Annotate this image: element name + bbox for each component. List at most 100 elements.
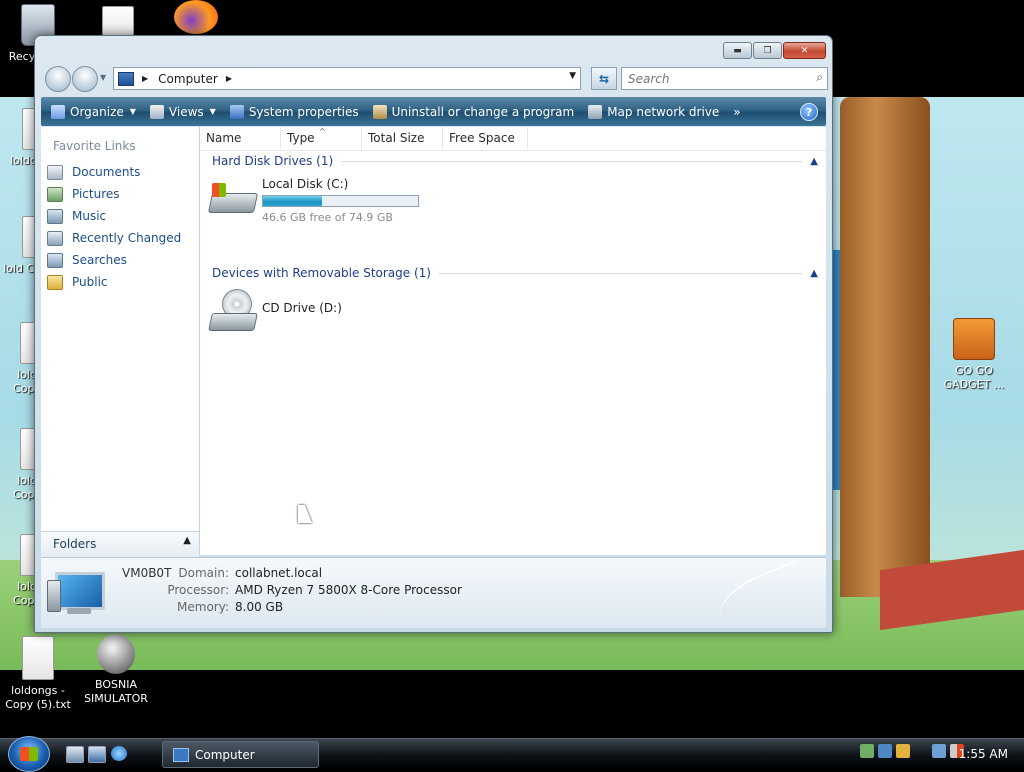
chevron-up-icon[interactable]: ▲: [810, 156, 818, 167]
details-pane: VM0B0T Domain: collabnet.local Processor…: [41, 557, 826, 634]
more-commands-button[interactable]: »: [733, 105, 744, 119]
drive-info: Local Disk (C:) 46.6 GB free of 74.9 GB: [262, 177, 419, 224]
internet-explorer-icon[interactable]: [111, 746, 127, 761]
favorite-link-recently-changed[interactable]: Recently Changed: [47, 227, 181, 249]
group-header-label: Devices with Removable Storage (1): [212, 266, 431, 280]
refresh-button[interactable]: ⇆: [591, 67, 617, 90]
documents-icon: [47, 164, 63, 180]
favorite-link-public[interactable]: Public: [47, 271, 181, 293]
text-file-icon: [22, 636, 54, 680]
network-icon[interactable]: [932, 744, 946, 758]
tray-app-icon[interactable]: [878, 744, 892, 758]
taskbar-button-label: Computer: [195, 747, 255, 762]
chevron-down-icon: ▼: [129, 107, 136, 116]
caption-buttons: ▬ ❐ ✕: [723, 42, 826, 59]
group-header-hard-disk-drives[interactable]: Hard Disk Drives (1) ▲: [212, 152, 818, 170]
desktop-icon-text-file[interactable]: loldongs - Copy (5).txt: [0, 636, 76, 712]
searches-icon: [47, 252, 63, 268]
favorite-link-documents[interactable]: Documents: [47, 161, 181, 183]
favorite-link-pictures[interactable]: Pictures: [47, 183, 181, 205]
processor-value: AMD Ryzen 7 5800X 8-Core Processor: [235, 583, 462, 597]
show-desktop-icon[interactable]: [66, 746, 84, 763]
column-header-name[interactable]: Name: [200, 127, 281, 150]
start-button[interactable]: [8, 736, 50, 772]
domain-value: collabnet.local: [235, 566, 323, 580]
favorite-link-music[interactable]: Music: [47, 205, 181, 227]
organize-menu[interactable]: Organize ▼: [51, 104, 140, 119]
column-header-free-space[interactable]: Free Space: [443, 127, 528, 150]
folders-toggle[interactable]: Folders ▲: [41, 531, 199, 557]
address-dropdown-icon[interactable]: ▼: [569, 71, 576, 81]
forward-button[interactable]: [72, 66, 98, 92]
search-input[interactable]: [626, 68, 800, 89]
content-pane: Name ^ Type Total Size Free Space Hard D…: [200, 127, 826, 555]
chevron-down-icon: ▼: [209, 107, 216, 116]
chevron-up-icon[interactable]: ▲: [810, 268, 818, 279]
help-button[interactable]: ?: [800, 103, 818, 121]
document-icon: [102, 6, 134, 36]
windows-logo-icon: [20, 747, 38, 761]
group-divider: [341, 160, 803, 162]
desktop-icon-label: Recy: [8, 50, 36, 63]
views-label: Views: [168, 104, 204, 119]
desktop-icon-label: BOSNIA SIMULATOR: [84, 678, 148, 705]
drive-name: Local Disk (C:): [262, 177, 349, 191]
tray-spacer: [914, 744, 928, 758]
group-header-label: Hard Disk Drives (1): [212, 154, 334, 168]
tray-app-icon[interactable]: [860, 744, 874, 758]
disk-usage-fill: [263, 196, 322, 206]
breadcrumb-arrow-icon[interactable]: ▶: [142, 74, 148, 83]
desktop-icon-go-go-gadget[interactable]: GO GO GADGET ...: [936, 318, 1012, 392]
desktop-icon-label: loldc: [10, 154, 36, 167]
command-bar: Organize ▼ Views ▼ System properties Uni…: [41, 97, 826, 126]
drive-item-d[interactable]: CD Drive (D:): [208, 289, 342, 331]
desktop-icon-label: loldongs - Copy (5).txt: [5, 684, 71, 711]
public-folder-icon: [47, 274, 63, 290]
recent-pages-chevron-icon[interactable]: ▼: [100, 73, 106, 82]
uninstall-program-button[interactable]: Uninstall or change a program: [372, 104, 579, 119]
drive-free-space: 46.6 GB free of 74.9 GB: [262, 211, 393, 224]
pictures-icon: [47, 186, 63, 202]
column-header-total-size[interactable]: Total Size: [362, 127, 443, 150]
desktop-icon-bosnia-simulator[interactable]: BOSNIA SIMULATOR: [78, 634, 154, 706]
system-properties-button[interactable]: System properties: [229, 104, 363, 119]
column-header-type[interactable]: ^ Type: [281, 127, 362, 150]
maximize-button[interactable]: ❐: [753, 42, 782, 59]
favorite-link-label: Recently Changed: [72, 231, 182, 245]
desktop-icon-firefox[interactable]: [158, 0, 234, 38]
drive-name: CD Drive (D:): [262, 301, 342, 315]
breadcrumb-arrow-icon[interactable]: ▶: [226, 74, 232, 83]
decorative-swoosh: [711, 560, 811, 634]
clock[interactable]: 1:55 AM: [959, 747, 1008, 761]
address-row: ▼ ▶ Computer ▶ ▼ ⇆ ⌕: [43, 64, 828, 92]
checkmark-properties-icon: [229, 104, 244, 119]
breadcrumb-computer[interactable]: Computer: [158, 72, 218, 86]
search-icon[interactable]: ⌕: [816, 70, 823, 85]
taskbar-button-computer[interactable]: Computer: [162, 741, 319, 768]
favorite-link-label: Public: [72, 275, 108, 289]
map-network-drive-button[interactable]: Map network drive: [588, 104, 723, 119]
mouse-cursor-icon: [298, 505, 312, 523]
group-header-removable-storage[interactable]: Devices with Removable Storage (1) ▲: [212, 264, 818, 282]
chevron-up-icon: ▲: [183, 535, 191, 546]
views-menu[interactable]: Views ▼: [149, 104, 220, 119]
favorite-link-label: Searches: [72, 253, 127, 267]
briefcase-icon: [953, 318, 995, 360]
taskbar: Computer 1:55 AM: [0, 736, 1024, 772]
switch-windows-icon[interactable]: [88, 746, 106, 763]
minimize-button[interactable]: ▬: [723, 42, 752, 59]
domain-label: Domain:: [178, 566, 229, 580]
drive-item-c[interactable]: Local Disk (C:) 46.6 GB free of 74.9 GB: [207, 177, 419, 224]
back-button[interactable]: [45, 66, 71, 92]
uninstall-label: Uninstall or change a program: [391, 104, 575, 119]
column-headers: Name ^ Type Total Size Free Space: [200, 127, 826, 151]
tray-app-icon[interactable]: [896, 744, 910, 758]
computer-monitor-icon: [47, 570, 105, 616]
firefox-icon: [174, 0, 218, 34]
close-button[interactable]: ✕: [783, 42, 826, 59]
address-bar[interactable]: ▶ Computer ▶ ▼: [113, 67, 581, 90]
views-icon: [149, 104, 164, 119]
drive-info: CD Drive (D:): [262, 289, 342, 329]
column-header-label: Type: [287, 131, 315, 145]
favorite-link-searches[interactable]: Searches: [47, 249, 181, 271]
